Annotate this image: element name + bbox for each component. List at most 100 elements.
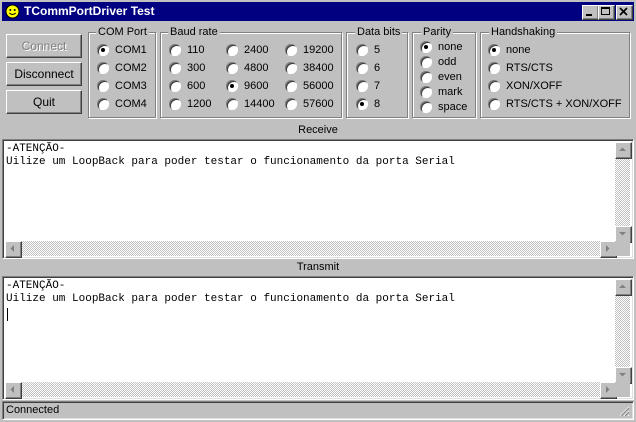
arrow-left-icon — [10, 386, 14, 393]
arrow-down-icon — [619, 373, 626, 377]
radio-label: XON/XOFF — [506, 80, 563, 92]
close-button[interactable] — [616, 5, 633, 20]
status-bar: Connected — [2, 401, 634, 420]
receive-hscroll-track[interactable] — [20, 241, 600, 256]
receive-memo[interactable]: -ATENÇÃO- Uilize um LoopBack para poder … — [2, 139, 634, 259]
radio-indicator — [169, 80, 181, 92]
radio-label: odd — [438, 56, 457, 68]
radio-indicator — [356, 98, 368, 110]
radio-label: RTS/CTS — [506, 62, 553, 74]
radio-label: 110 — [187, 44, 205, 56]
radio-indicator — [356, 80, 368, 92]
data-bits-group: Data bits 5 6 7 8 — [346, 26, 408, 118]
receive-scroll-corner — [615, 241, 630, 256]
radio-indicator — [285, 98, 297, 110]
arrow-right-icon — [606, 386, 610, 393]
baud-rate-group: Baud rate 110 300 600 1200 2400 4800 960… — [160, 26, 342, 118]
receive-label: Receive — [298, 124, 338, 136]
radio-label: 38400 — [303, 62, 334, 74]
radio-label: 19200 — [303, 44, 334, 56]
radio-indicator — [488, 80, 500, 92]
radio-label: COM2 — [115, 62, 147, 74]
transmit-line: -ATENÇÃO- — [6, 280, 66, 292]
radio-indicator — [285, 80, 297, 92]
disconnect-button-label: Disconnect — [14, 67, 74, 81]
handshaking-title: Handshaking — [489, 26, 558, 38]
radio-label: 1200 — [187, 98, 212, 110]
minimize-icon — [586, 14, 592, 16]
com-port-title: COM Port — [96, 26, 149, 38]
receive-scroll-up-button[interactable] — [615, 142, 632, 159]
transmit-scroll-corner — [615, 382, 630, 397]
transmit-hscroll-track[interactable] — [20, 382, 600, 397]
radio-label: 2400 — [244, 44, 269, 56]
maximize-button[interactable] — [598, 5, 615, 20]
transmit-scroll-left-button[interactable] — [5, 382, 22, 399]
handshaking-group: Handshaking none RTS/CTS XON/XOFF RTS/CT… — [480, 26, 630, 118]
transmit-label: Transmit — [296, 261, 340, 273]
receive-scroll-left-button[interactable] — [5, 241, 22, 258]
radio-indicator — [420, 56, 432, 68]
radio-label: RTS/CTS + XON/XOFF — [506, 98, 622, 110]
radio-indicator — [226, 44, 238, 56]
arrow-down-icon — [619, 232, 626, 236]
radio-label: 9600 — [244, 80, 269, 92]
radio-indicator — [356, 62, 368, 74]
arrow-left-icon — [10, 245, 14, 252]
radio-label: 8 — [374, 98, 381, 110]
maximize-icon — [601, 7, 610, 15]
radio-label: even — [438, 71, 462, 83]
radio-indicator — [226, 62, 238, 74]
arrow-up-icon — [619, 284, 626, 288]
radio-indicator — [420, 101, 432, 113]
arrow-up-icon — [619, 147, 626, 151]
quit-button[interactable]: Quit — [6, 90, 82, 114]
radio-label: 5 — [374, 44, 381, 56]
window-title: TCommPortDriver Test — [24, 4, 155, 18]
radio-indicator — [97, 44, 109, 56]
radio-indicator — [420, 71, 432, 83]
transmit-scroll-up-button[interactable] — [615, 279, 632, 296]
receive-line: -ATENÇÃO- — [6, 143, 66, 155]
minimize-button[interactable] — [582, 5, 599, 20]
transmit-text: -ATENÇÃO- Uilize um LoopBack para poder … — [6, 280, 455, 306]
baud-rate-title: Baud rate — [168, 26, 220, 38]
receive-text: -ATENÇÃO- Uilize um LoopBack para poder … — [6, 143, 455, 169]
disconnect-button[interactable]: Disconnect — [6, 62, 82, 86]
text-caret — [7, 308, 8, 321]
radio-indicator — [169, 98, 181, 110]
transmit-memo[interactable]: -ATENÇÃO- Uilize um LoopBack para poder … — [2, 276, 634, 400]
connect-button-label: Connect — [21, 39, 67, 53]
radio-indicator — [285, 62, 297, 74]
radio-indicator — [420, 86, 432, 98]
radio-indicator — [169, 44, 181, 56]
radio-label: 300 — [187, 62, 206, 74]
radio-indicator — [226, 80, 238, 92]
close-icon — [619, 7, 628, 16]
radio-label: 7 — [374, 80, 381, 92]
connect-button[interactable]: Connect — [6, 34, 82, 58]
radio-label: COM1 — [115, 44, 147, 56]
title-bar[interactable]: TCommPortDriver Test — [2, 2, 634, 21]
radio-indicator — [285, 44, 297, 56]
radio-label: none — [506, 44, 531, 56]
smiley-icon — [5, 4, 20, 19]
radio-indicator — [488, 44, 500, 56]
radio-label: COM3 — [115, 80, 147, 92]
parity-group: Parity none odd even mark space — [412, 26, 476, 118]
radio-label: mark — [438, 86, 463, 98]
radio-indicator — [356, 44, 368, 56]
size-grip-icon[interactable] — [617, 404, 630, 417]
radio-indicator — [97, 80, 109, 92]
radio-indicator — [97, 98, 109, 110]
radio-indicator — [420, 41, 432, 53]
radio-label: 56000 — [303, 80, 334, 92]
status-text: Connected — [6, 404, 60, 416]
data-bits-title: Data bits — [355, 26, 403, 38]
radio-indicator — [488, 62, 500, 74]
radio-label: 600 — [187, 80, 206, 92]
radio-indicator — [488, 98, 500, 110]
com-port-group: COM Port COM1 COM2 COM3 COM4 — [88, 26, 156, 118]
radio-label: 4800 — [244, 62, 269, 74]
radio-indicator — [226, 98, 238, 110]
